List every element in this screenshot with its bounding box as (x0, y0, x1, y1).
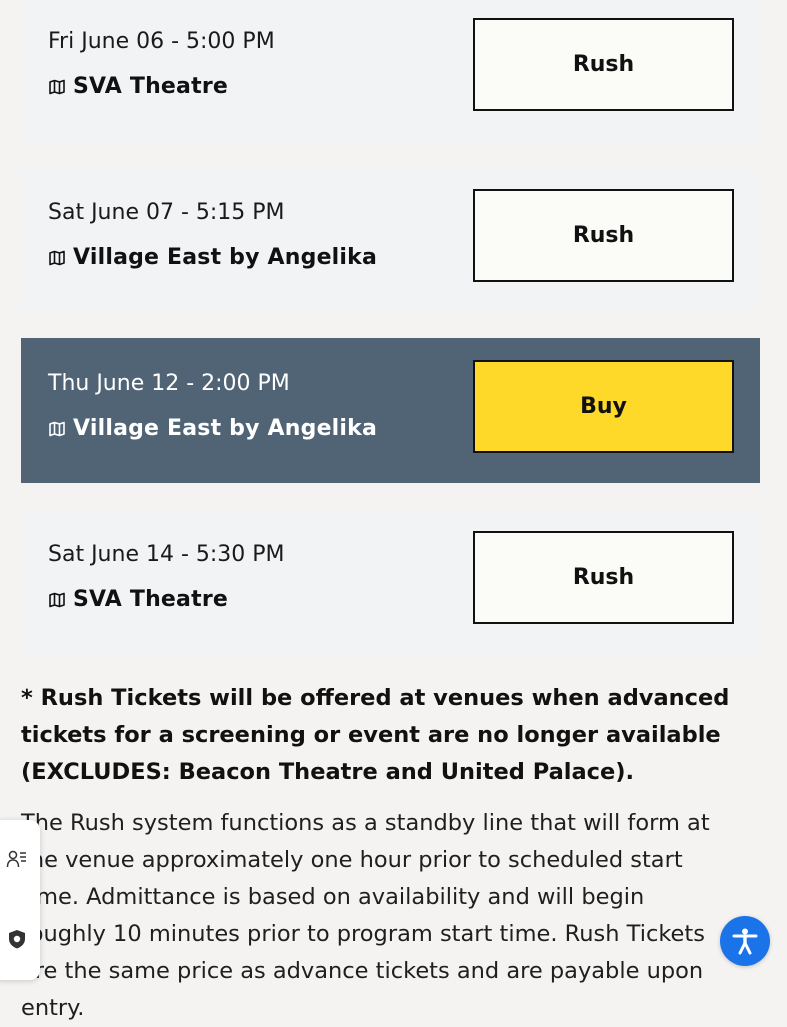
shield-icon[interactable] (6, 928, 28, 950)
showtime-card: Sat June 14 - 5:30 PM SVA Theatre Rush (21, 509, 760, 654)
map-icon (49, 421, 65, 437)
map-icon (49, 250, 65, 266)
showtime-venue[interactable]: Village East by Angelika (48, 244, 377, 272)
showtime-card-selected: Thu June 12 - 2:00 PM Village East by An… (21, 338, 760, 483)
showtime-datetime: Sat June 14 - 5:30 PM (48, 542, 285, 567)
user-list-icon[interactable] (6, 848, 28, 870)
accessibility-icon (732, 928, 758, 955)
showtime-venue[interactable]: Village East by Angelika (48, 415, 377, 443)
venue-name: SVA Theatre (73, 587, 228, 612)
map-icon (49, 592, 65, 608)
venue-name: Village East by Angelika (73, 416, 378, 441)
showtime-datetime: Fri June 06 - 5:00 PM (48, 29, 275, 54)
rush-description: The Rush system functions as a standby l… (21, 810, 710, 1021)
showtime-venue[interactable]: SVA Theatre (48, 586, 228, 614)
map-icon (49, 79, 65, 95)
rush-notice: * Rush Tickets will be offered at venues… (21, 685, 730, 785)
showtime-venue[interactable]: SVA Theatre (48, 73, 228, 101)
showtime-card: Sat June 07 - 5:15 PM Village East by An… (21, 167, 760, 312)
showtime-datetime: Sat June 07 - 5:15 PM (48, 200, 285, 225)
side-widget (0, 820, 40, 980)
accessibility-button[interactable] (720, 916, 770, 966)
showtime-datetime: Thu June 12 - 2:00 PM (48, 371, 290, 396)
rush-button[interactable]: Rush (473, 189, 734, 282)
buy-button[interactable]: Buy (473, 360, 734, 453)
rush-button[interactable]: Rush (473, 18, 734, 111)
showtime-card: Fri June 06 - 5:00 PM SVA Theatre Rush (21, 0, 760, 141)
rush-button[interactable]: Rush (473, 531, 734, 624)
venue-name: Village East by Angelika (73, 245, 378, 270)
venue-name: SVA Theatre (73, 74, 228, 99)
